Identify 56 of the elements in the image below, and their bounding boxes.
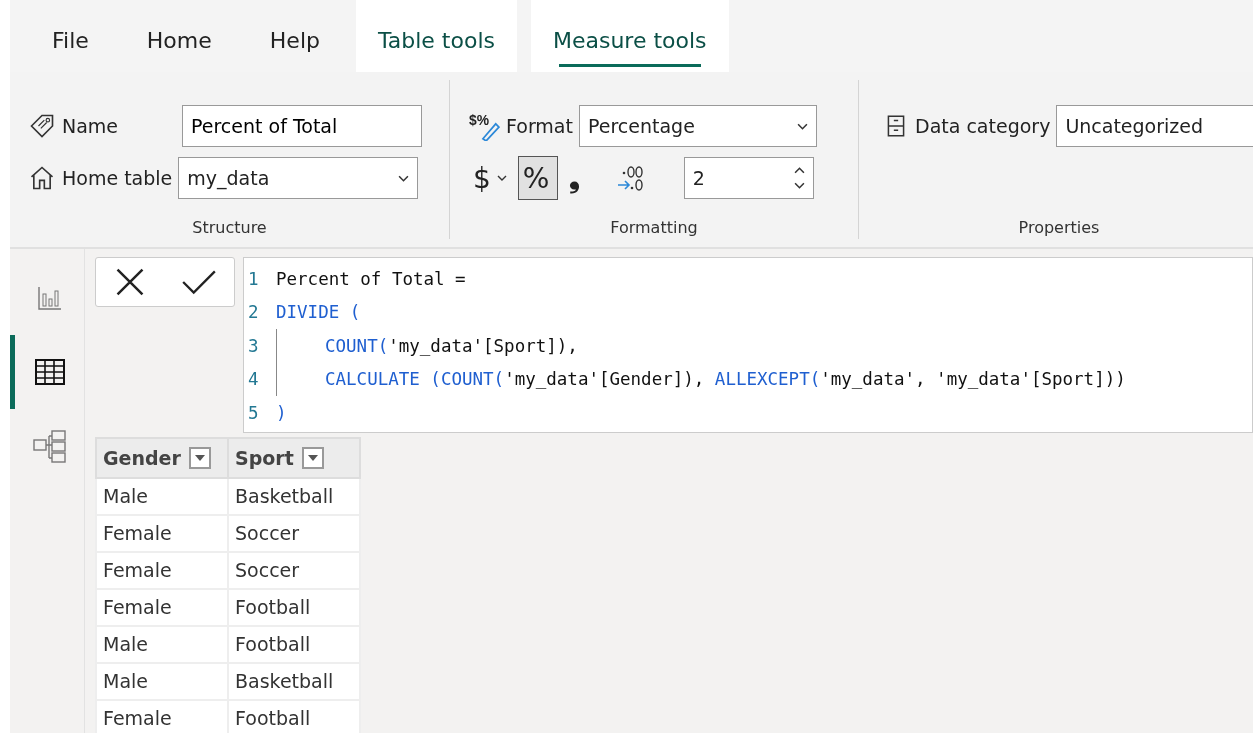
line-number: 4 [248,369,260,390]
code-line: DIVIDE ( [276,302,361,323]
chevron-down-icon [496,175,507,181]
format-label: Format [506,115,573,137]
line-number: 1 [248,268,260,289]
spin-up-icon[interactable] [793,167,805,174]
code-line: CALCULATE (COUNT('my_data'[Gender]), ALLEXCEPT('my_data', 'my_data'[Sport])) [325,369,1126,390]
chevron-down-icon [796,122,808,130]
currency-button[interactable]: $ [468,156,512,200]
format-dropdown[interactable]: Percentage [578,105,817,147]
table-cell: Soccer [228,514,360,552]
decimal-places-field[interactable]: 2 [683,157,814,199]
ribbon-tab[interactable]: Measure tools [530,0,729,72]
code-line: Percent of Total = [276,268,466,289]
percent-button[interactable]: % [517,156,558,200]
name-field[interactable]: Percent of Total [182,105,422,147]
filter-dropdown-icon[interactable] [301,446,324,469]
home-table-label: Home table [62,167,173,189]
ribbon-tab[interactable]: File [30,0,111,72]
spin-down-icon[interactable] [793,182,805,189]
table-cell: Female [96,699,228,733]
data-category-dropdown[interactable]: Uncategorized [1056,105,1253,147]
line-number: 3 [248,335,260,356]
table-cell: Female [96,514,228,552]
group-label: Structure [191,218,268,237]
code-line: COUNT('my_data'[Sport]), [325,335,578,356]
code-line: ) [276,402,287,423]
ribbon-tab[interactable]: Table tools [355,0,517,72]
table-cell: Football [228,625,360,663]
column-header[interactable]: Sport [228,437,360,478]
ribbon-tab[interactable]: Help [247,0,342,72]
home-table-dropdown[interactable]: my_data [178,157,419,199]
ribbon-tab[interactable]: Home [124,0,234,72]
comma-button[interactable]: ❟ [563,156,604,200]
column-header[interactable]: Gender [96,437,228,478]
line-number: 5 [248,402,260,423]
group-label: Properties [1017,218,1101,237]
table-cell: Football [228,699,360,733]
table-cell: Male [96,625,228,663]
table-cell: Football [228,588,360,626]
chevron-down-icon [398,174,410,182]
group-label: Formatting [609,218,699,237]
table-cell: Female [96,551,228,589]
table-cell: Basketball [228,662,360,700]
table-cell: Male [96,662,228,700]
table-cell: Male [96,477,228,515]
tag-icon [28,112,56,140]
home-icon [28,164,56,192]
data-category-label: Data category [915,115,1051,137]
table-cell: Female [96,588,228,626]
filter-dropdown-icon[interactable] [188,446,211,469]
name-label: Name [62,115,120,137]
formula-editor[interactable]: 1 Percent of Total = 2 DIVIDE ( 3 COUNT('my_data'[Sport]), 4 CALCULATE (COUNT('my_data'[Gender]), ALLEXCEPT('my_data', 'my_data'[Sport])) 5 ) [243,257,1253,433]
table-cell: Basketball [228,477,360,515]
line-number: 2 [248,302,260,323]
table-cell: Soccer [228,551,360,589]
